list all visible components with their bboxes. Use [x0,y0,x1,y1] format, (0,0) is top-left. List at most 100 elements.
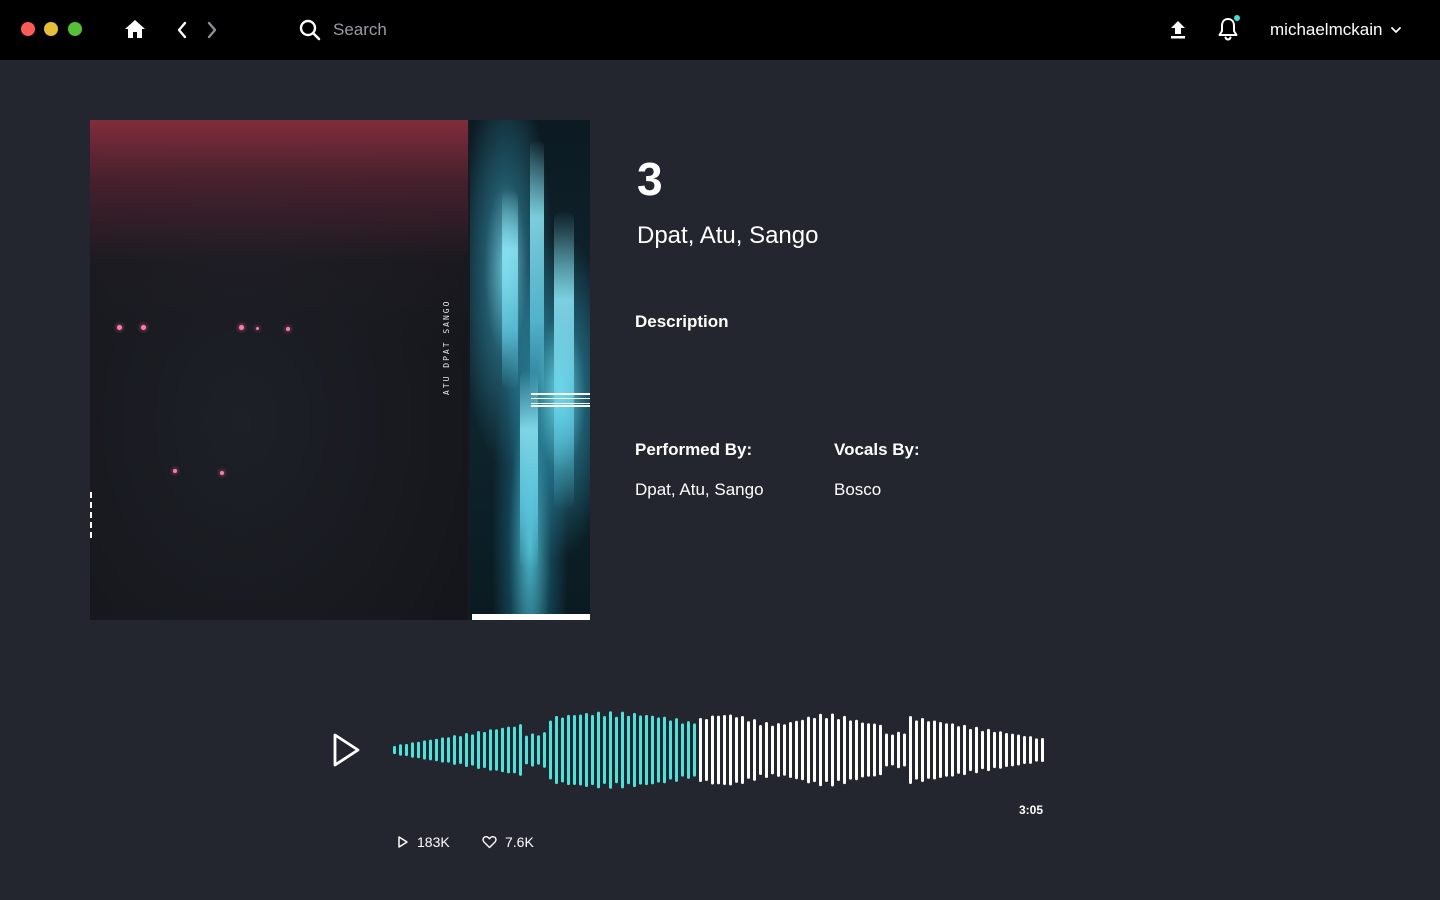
waveform-bar [405,743,408,757]
waveform-bar [915,720,918,780]
user-menu[interactable]: michaelmckain [1270,17,1402,43]
waveform-bar [771,725,774,775]
play-count: 183K [397,834,450,850]
waveform-bar [783,724,786,776]
waveform-bar [753,719,756,781]
waveform-bar [1035,738,1038,762]
play-count-icon [398,836,408,848]
waveform-bar [627,715,630,785]
waveform-bar [789,721,792,779]
artwork-streak [554,210,574,510]
minimize-window-button[interactable] [44,22,58,36]
waveform-bar [1005,733,1008,767]
artwork-left-panel [90,120,468,620]
waveform-bar [897,731,900,769]
album-artwork: ATU DPAT SANGO [90,120,590,620]
upload-button[interactable] [1165,17,1191,43]
upload-icon [1171,21,1185,39]
waveform-bar [615,716,618,784]
waveform-bar [1023,735,1026,765]
waveform-bar [687,721,690,779]
waveform-bar [1029,736,1032,764]
waveform-bar [855,719,858,781]
waveform-bar [885,733,888,767]
waveform-bar [519,724,522,776]
waveform-bar [429,739,432,761]
waveform-bar [675,718,678,782]
artwork-light [256,327,259,330]
home-icon [125,20,145,38]
play-button[interactable] [330,732,362,768]
home-button[interactable] [122,16,148,42]
waveform-bar [759,724,762,776]
waveform-bar [651,715,654,785]
waveform-bar [693,723,696,777]
waveform-bar [717,715,720,785]
artwork-light [117,325,122,330]
waveform-bar [801,719,804,781]
waveform-bar [951,723,954,777]
waveform-bar [819,713,822,787]
waveform-bar [555,715,558,785]
waveform-bar [573,714,576,786]
waveform-bar [579,714,582,786]
waveform-bar [891,734,894,766]
waveform-bar [489,729,492,771]
waveform-bar [1041,738,1044,762]
waveform-bar [561,717,564,783]
search-input[interactable] [333,15,733,45]
like-count[interactable]: 7.6K [482,834,534,850]
waveform-bar [741,715,744,785]
waveform-bar [447,737,450,763]
waveform-bar [867,723,870,777]
waveform-bar [609,711,612,789]
waveform-bar [471,734,474,766]
waveform-bar [711,715,714,785]
waveform-bar [849,720,852,780]
waveform-bar [843,715,846,785]
waveform-bar [699,718,702,782]
artwork-bar [472,614,590,620]
artwork-streak [530,140,544,400]
waveform-bar [645,714,648,786]
chevron-down-icon [1391,27,1402,33]
artwork-light [141,325,146,330]
track-duration: 3:05 [1019,803,1044,817]
close-window-button[interactable] [21,22,35,36]
waveform-bar [861,722,864,778]
waveform-bar [465,732,468,768]
track-title: 3 [637,153,663,205]
waveform-bar [879,724,882,776]
waveform-bar [921,717,924,783]
waveform-bar [999,731,1002,769]
waveform-scrubber[interactable] [393,710,1045,790]
vocals-by-label: Vocals By: [834,440,920,459]
artwork-light [239,325,244,330]
artwork-light [173,469,177,473]
waveform-bar [963,724,966,776]
artwork-right-panel [470,120,590,620]
waveform-bar [807,716,810,784]
waveform-bar [969,728,972,772]
waveform-bar [531,733,534,767]
top-bar: michaelmckain [0,0,1440,60]
search-icon [299,19,321,41]
waveform-bar [591,714,594,786]
waveform-bar [417,741,420,759]
waveform-bar [705,719,708,781]
forward-button[interactable] [202,18,222,42]
waveform-bar [681,723,684,777]
maximize-window-button[interactable] [68,22,82,36]
waveform-bar [459,736,462,764]
artwork-dashed-line [90,492,92,538]
artwork-streak [502,190,518,390]
waveform-bar [1017,734,1020,766]
waveform-bar [501,727,504,773]
waveform-bar [1011,733,1014,767]
track-artists[interactable]: Dpat, Atu, Sango [637,222,818,250]
play-icon [333,733,360,767]
waveform-bar [927,721,930,779]
waveform-bar [831,713,834,787]
back-button[interactable] [172,18,192,42]
username-label: michaelmckain [1270,20,1383,39]
